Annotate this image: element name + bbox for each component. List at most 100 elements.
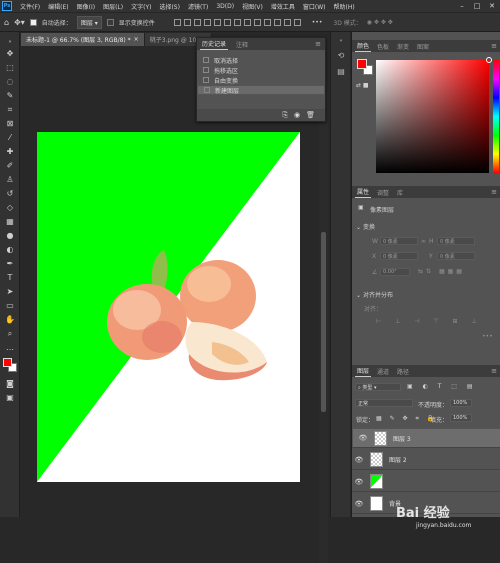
width-field[interactable]: 0 像素 xyxy=(380,237,418,245)
quick-mask-icon[interactable]: ◙ xyxy=(3,378,17,390)
history-icon[interactable]: ⟲ xyxy=(336,50,346,60)
height-field[interactable]: 0 像素 xyxy=(437,237,475,245)
document-canvas[interactable] xyxy=(37,132,300,482)
layer-kind-filter[interactable]: ⌕ 类型 ▾ xyxy=(355,383,401,391)
x-field[interactable]: 0 像素 xyxy=(380,252,418,260)
dodge-tool-icon[interactable]: ◐ xyxy=(3,244,17,256)
distribute-icon[interactable] xyxy=(233,18,241,26)
menu-3d[interactable]: 3D(D) xyxy=(212,3,238,10)
blur-tool-icon[interactable]: ● xyxy=(3,230,17,242)
distribute-2-icon[interactable] xyxy=(243,18,251,26)
healing-brush-icon[interactable]: ✚ xyxy=(3,146,17,158)
color-picker-cursor[interactable] xyxy=(486,57,492,63)
menu-select[interactable]: 选择(S) xyxy=(155,2,184,11)
panel-menu-icon[interactable]: ≡ xyxy=(491,42,497,50)
frame-tool-icon[interactable]: ⊠ xyxy=(3,118,17,130)
align-distribute-section[interactable]: ⌄ 对齐并分布 xyxy=(356,290,393,299)
hue-slider[interactable] xyxy=(493,60,499,173)
menu-image[interactable]: 图像(I) xyxy=(73,2,99,11)
distribute-7-icon[interactable] xyxy=(293,18,301,26)
align-center-icon[interactable] xyxy=(183,18,191,26)
type-tool-icon[interactable]: T xyxy=(3,272,17,284)
tab-libraries[interactable]: 库 xyxy=(395,186,405,198)
collapse-icon[interactable]: « xyxy=(336,36,346,46)
more-options-icon[interactable]: ••• xyxy=(312,19,323,26)
pen-tool-icon[interactable]: ✒ xyxy=(3,258,17,270)
panel-menu-icon[interactable]: ≡ xyxy=(491,367,497,375)
menu-filter[interactable]: 滤镜(T) xyxy=(184,2,212,11)
history-brush-icon[interactable]: ↺ xyxy=(3,188,17,200)
clone-stamp-icon[interactable]: ♙ xyxy=(3,174,17,186)
foreground-color-swatch[interactable] xyxy=(3,358,12,367)
lock-icons[interactable]: ▦ ✎ ✥ ⌗ 🔒 xyxy=(376,415,437,423)
panel-menu-icon[interactable]: ≡ xyxy=(491,188,497,196)
quick-select-tool-icon[interactable]: ✎ xyxy=(3,90,17,102)
flip-icons[interactable]: ⇆⇅ ▦▦▦ xyxy=(418,268,465,275)
tab-gradients[interactable]: 渐变 xyxy=(395,40,411,52)
layer-row[interactable]: 👁 图层 3 xyxy=(352,428,500,448)
tab-untitled[interactable]: 未标题-1 @ 66.7% (图层 3, RGB/8) * × xyxy=(21,33,145,46)
new-document-from-state-icon[interactable]: ⎘ xyxy=(282,111,288,120)
tab-paths[interactable]: 路径 xyxy=(395,365,411,377)
align-middle-icon[interactable] xyxy=(213,18,221,26)
align-bottom-icon[interactable] xyxy=(223,18,231,26)
layer-name[interactable]: 图层 3 xyxy=(393,434,411,443)
panel-menu-icon[interactable]: ≡ xyxy=(315,40,321,48)
distribute-3-icon[interactable] xyxy=(253,18,261,26)
brush-tool-icon[interactable]: ✐ xyxy=(3,160,17,172)
tab-history[interactable]: 历史记录 xyxy=(200,38,229,50)
maximize-icon[interactable]: □ xyxy=(470,0,484,12)
foreground-color[interactable] xyxy=(357,59,367,69)
menu-file[interactable]: 文件(F) xyxy=(16,2,44,11)
layer-filter-icons[interactable]: ▣ ◐ T ⬚ ▤ xyxy=(407,383,477,390)
y-field[interactable]: 0 像素 xyxy=(437,252,475,260)
eraser-tool-icon[interactable]: ◇ xyxy=(3,202,17,214)
history-item[interactable]: 新建图层 xyxy=(197,85,325,95)
menu-plugins[interactable]: 增效工具 xyxy=(267,2,299,11)
hand-tool-icon[interactable]: ✋ xyxy=(3,314,17,326)
history-item[interactable]: 自由变换 xyxy=(197,75,325,85)
tab-color[interactable]: 颜色 xyxy=(355,40,372,52)
delete-icon[interactable]: 🗑 xyxy=(306,111,315,119)
blend-mode-dropdown[interactable]: 正常 xyxy=(355,399,413,407)
menu-window[interactable]: 窗口(W) xyxy=(299,2,330,11)
tab-properties[interactable]: 属性 xyxy=(355,186,372,198)
gradient-tool-icon[interactable]: ▦ xyxy=(3,216,17,228)
tab-patterns[interactable]: 图案 xyxy=(415,40,431,52)
color-picker-field[interactable] xyxy=(376,57,492,173)
distribute-5-icon[interactable] xyxy=(273,18,281,26)
more-tools-icon[interactable]: … xyxy=(3,342,17,354)
zoom-tool-icon[interactable]: ⌕ xyxy=(3,328,17,340)
lasso-tool-icon[interactable]: ◌ xyxy=(3,76,17,88)
move-tool-preset-icon[interactable]: ✥▾ xyxy=(14,18,25,27)
rectangle-tool-icon[interactable]: ▭ xyxy=(3,300,17,312)
3d-tools-icons[interactable]: ◉ ✥ ✥ ✥ xyxy=(367,19,393,26)
auto-select-checkbox[interactable] xyxy=(29,18,37,26)
scrollbar-thumb[interactable] xyxy=(321,232,326,412)
marquee-tool-icon[interactable]: ⬚ xyxy=(3,62,17,74)
align-left-icon[interactable] xyxy=(173,18,181,26)
menu-edit[interactable]: 编辑(E) xyxy=(44,2,72,11)
link-icon[interactable]: ∞ xyxy=(421,238,426,245)
visibility-eye-icon[interactable]: 👁 xyxy=(356,434,370,442)
distribute-6-icon[interactable] xyxy=(283,18,291,26)
move-tool-icon[interactable]: ✥ xyxy=(3,48,17,60)
tab-notes[interactable]: 注释 xyxy=(234,38,250,50)
layer-row[interactable]: 👁 图层 2 xyxy=(352,450,500,470)
menu-type[interactable]: 文字(Y) xyxy=(127,2,155,11)
auto-select-dropdown[interactable]: 图层 ▾ xyxy=(76,15,102,29)
tab-adjustments[interactable]: 调整 xyxy=(375,186,391,198)
transform-section[interactable]: ⌄ 变换 xyxy=(356,222,375,231)
layer-row[interactable]: 👁 xyxy=(352,472,500,492)
crop-tool-icon[interactable]: ⌗ xyxy=(3,104,17,116)
history-item[interactable]: 拖移选区 xyxy=(197,65,325,75)
close-icon[interactable]: ✕ xyxy=(485,0,499,12)
visibility-eye-icon[interactable]: 👁 xyxy=(352,478,366,486)
tab-swatches[interactable]: 色板 xyxy=(375,40,391,52)
menu-view[interactable]: 视图(V) xyxy=(238,2,267,11)
layer-name[interactable]: 图层 2 xyxy=(389,455,407,464)
history-item[interactable]: 取消选择 xyxy=(197,55,325,65)
collapse-icon[interactable]: » xyxy=(3,36,17,48)
show-transform-checkbox[interactable] xyxy=(106,18,114,26)
default-colors-icon[interactable]: ⇄ ■ xyxy=(356,82,369,89)
